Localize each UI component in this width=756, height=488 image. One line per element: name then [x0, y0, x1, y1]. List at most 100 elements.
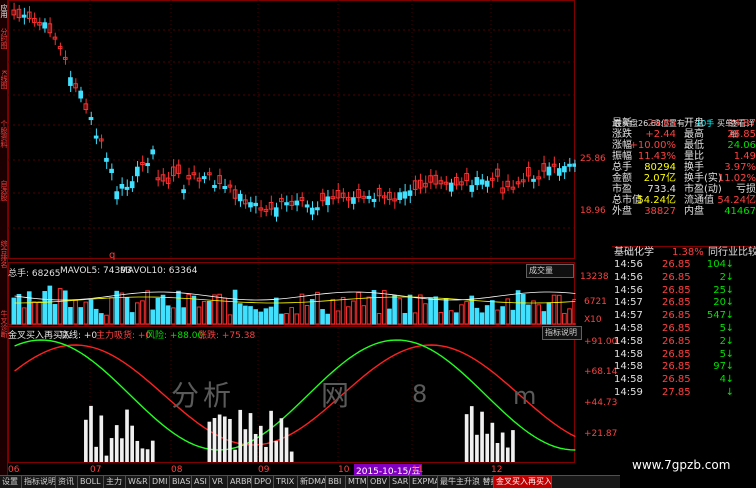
- indicator-tab[interactable]: DPO: [252, 476, 274, 488]
- candle-body: [284, 202, 289, 206]
- trade-time: 14:58: [614, 374, 643, 386]
- volume-bar: [387, 308, 392, 325]
- indicator-tab[interactable]: 最牛主升浪 替换: [438, 476, 494, 488]
- volume-bar: [428, 297, 433, 325]
- indicator-bar: [145, 449, 150, 462]
- down-arrow-icon: ↓: [725, 284, 734, 296]
- industry-compare-link[interactable]: 同行业比较: [708, 247, 756, 259]
- volume-bar: [376, 313, 382, 325]
- volume-bar: [232, 289, 238, 325]
- trade-time: 14:59: [614, 387, 643, 398]
- candle-body: [68, 77, 73, 86]
- indicator-bar: [511, 430, 515, 462]
- leftbar-tab[interactable]: 分时图: [0, 28, 8, 49]
- candle-body: [479, 179, 485, 185]
- volume-tick: 6721: [584, 297, 607, 307]
- volume-bar: [258, 311, 264, 325]
- indicator-tab[interactable]: VR: [210, 476, 228, 488]
- volume-bar: [263, 308, 269, 325]
- indicator-tab[interactable]: W&R: [126, 476, 150, 488]
- indicator-tab[interactable]: 指标说明: [22, 476, 56, 488]
- indicator-tab[interactable]: BIAS: [170, 476, 192, 488]
- indicator-tab[interactable]: SAR: [390, 476, 410, 488]
- trade-price: 27.85: [662, 387, 691, 398]
- indicator-tab[interactable]: 主力: [104, 476, 126, 488]
- volume-bar: [129, 312, 135, 325]
- volume-dropdown-button[interactable]: 成交量: [526, 264, 574, 278]
- down-arrow-icon: ↓: [725, 297, 734, 309]
- indicator-bar: [84, 419, 88, 462]
- candle-body: [114, 191, 120, 200]
- indicator-tab[interactable]: ASI: [192, 476, 210, 488]
- indicator-bar: [94, 446, 98, 462]
- indicator-tab[interactable]: 金叉买入再买入: [494, 476, 552, 488]
- volume-bar: [531, 300, 536, 325]
- trade-volume: 104: [706, 259, 726, 270]
- trade-price: 26.85: [662, 284, 691, 296]
- indicator-tab[interactable]: DMI: [150, 476, 170, 488]
- leftbar-tab[interactable]: 综合排名: [0, 240, 8, 268]
- volume-bar: [134, 302, 140, 325]
- candle-body: [150, 149, 156, 155]
- trade-row: 14:58 26.85 5 ↓: [612, 349, 756, 361]
- date-label: 07: [90, 465, 102, 475]
- volume-bar: [340, 296, 346, 325]
- candle-body: [93, 135, 99, 139]
- indicator-tab[interactable]: 新DMA: [298, 476, 326, 488]
- volume-bar: [315, 291, 320, 325]
- candle-body: [134, 166, 140, 177]
- leftbar-tab[interactable]: 自选股: [0, 180, 8, 201]
- candle-body: [448, 182, 454, 192]
- indicator-main: 主力吸货: +0: [96, 331, 152, 341]
- volume-bar: [448, 310, 454, 325]
- volume-bar: [392, 295, 397, 325]
- trade-price: 26.85: [662, 374, 691, 386]
- industry-row[interactable]: 基础化学 1.38% 同行业比较: [612, 246, 756, 259]
- leftbar-tab[interactable]: 应用: [0, 4, 8, 18]
- indicator-tab[interactable]: ARBR: [228, 476, 252, 488]
- down-arrow-icon: ↓: [725, 323, 734, 334]
- down-arrow-icon: ↓: [725, 348, 734, 360]
- price-tick: 18.96: [580, 206, 606, 216]
- volume-bar: [222, 297, 228, 325]
- candle-body: [145, 163, 150, 167]
- indicator-up: 涨跌: +75.38: [198, 331, 256, 341]
- indicator-tab[interactable]: BBI: [326, 476, 346, 488]
- leftbar-tab[interactable]: 个股资料: [0, 120, 8, 148]
- down-arrow-icon: ↓: [725, 387, 734, 398]
- volume-bar: [366, 296, 372, 325]
- volume-bar: [62, 290, 68, 325]
- indicator-bar: [217, 414, 222, 462]
- indicator-tab[interactable]: 设置: [0, 476, 22, 488]
- volume-bar: [155, 297, 161, 325]
- volume-bar: [351, 300, 356, 325]
- volume-bar: [479, 312, 485, 325]
- trade-row: 14:56 26.85 104 ↓: [612, 259, 756, 271]
- volume-bar: [140, 300, 145, 325]
- indicator-help-button[interactable]: 指标说明: [542, 326, 582, 340]
- volume-bar: [284, 313, 289, 325]
- indicator-bar: [505, 447, 510, 462]
- leftbar-tab[interactable]: K线图: [0, 70, 8, 89]
- chart-area[interactable]: 25.86 18.96 q 总手: 68265 MAVOL5: 74393 MA…: [8, 0, 617, 477]
- indicator-tab[interactable]: EXPMA: [410, 476, 438, 488]
- chart-canvas[interactable]: [8, 0, 576, 464]
- indicator-tab[interactable]: OBV: [368, 476, 390, 488]
- watermark-text: m: [513, 382, 537, 410]
- volume-bar: [320, 309, 325, 325]
- volume-unit: X10: [584, 315, 602, 325]
- volume-bar: [562, 312, 567, 325]
- leftbar-tab[interactable]: 牛叉诊断: [0, 310, 8, 338]
- indicator-tab[interactable]: TRIX: [274, 476, 298, 488]
- indicator-tab[interactable]: 资讯: [56, 476, 78, 488]
- trade-row: 14:56 26.85 25 ↓: [612, 285, 756, 297]
- date-label: 09: [258, 465, 270, 475]
- volume-bar: [510, 309, 516, 325]
- trade-price: 26.85: [662, 348, 691, 360]
- volume-bar: [423, 303, 428, 325]
- volume-bar: [21, 307, 27, 325]
- indicator-tab[interactable]: BOLL: [78, 476, 104, 488]
- candle-body: [248, 202, 253, 208]
- watermark-text: 析: [203, 379, 232, 412]
- indicator-tab[interactable]: MTM: [346, 476, 368, 488]
